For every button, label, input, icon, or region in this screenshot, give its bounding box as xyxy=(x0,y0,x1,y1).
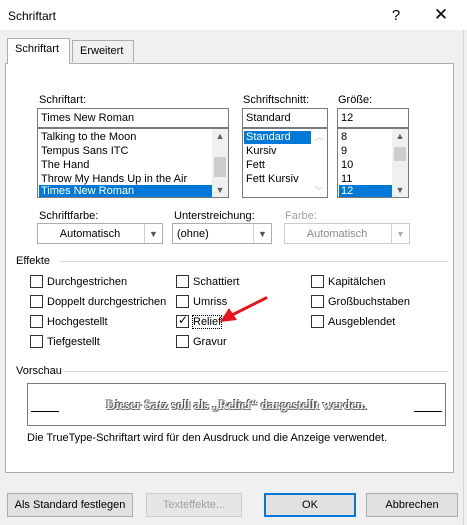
style-scrollbar[interactable]: ︿ ﹀ xyxy=(311,129,327,197)
preview-heading: Vorschau xyxy=(16,365,62,377)
subscript-checkbox[interactable] xyxy=(30,335,43,348)
help-button[interactable]: ? xyxy=(376,0,416,30)
list-item[interactable]: Fett xyxy=(244,159,312,172)
style-label: Schriftschnitt: xyxy=(243,94,310,106)
window-title: Schriftart xyxy=(8,9,57,23)
set-default-button[interactable]: Als Standard festlegen xyxy=(7,493,133,517)
checkmark-icon: ✓ xyxy=(178,313,189,327)
shadow-label[interactable]: Schattiert xyxy=(193,276,239,288)
chevron-down-icon[interactable]: ▼ xyxy=(144,224,162,243)
underline-select[interactable]: (ohne) ▼ xyxy=(172,223,272,244)
font-list[interactable]: Talking to the Moon Tempus Sans ITC The … xyxy=(37,128,229,198)
hidden-checkbox[interactable] xyxy=(311,315,324,328)
list-item[interactable]: 10 xyxy=(339,159,393,172)
underline-color-label: Farbe: xyxy=(285,210,317,222)
scroll-thumb[interactable] xyxy=(214,157,226,177)
tab-schriftart[interactable]: Schriftart xyxy=(7,38,70,64)
scroll-down-icon[interactable]: ﹀ xyxy=(311,183,327,197)
strikethrough-checkbox[interactable] xyxy=(30,275,43,288)
tab-schriftart-label: Schriftart xyxy=(15,43,60,55)
annotation-arrow-icon xyxy=(220,296,268,322)
scroll-up-icon[interactable]: ▲ xyxy=(212,129,228,143)
preview-box: Dieser Satz soll als „Relief“ dargestell… xyxy=(27,383,446,426)
tab-erweitert-label: Erweitert xyxy=(80,45,124,57)
title-bar: Schriftart ? ✕ xyxy=(0,0,467,30)
scroll-up-icon[interactable]: ︿ xyxy=(311,129,327,143)
emboss-checkbox[interactable]: ✓ xyxy=(176,313,189,328)
font-input[interactable]: Times New Roman xyxy=(37,108,229,128)
list-item[interactable]: Tempus Sans ITC xyxy=(39,145,213,158)
preview-sample-text: Dieser Satz soll als „Relief“ dargestell… xyxy=(106,397,367,412)
scroll-up-icon[interactable]: ▲ xyxy=(392,129,408,143)
ok-button[interactable]: OK xyxy=(264,493,356,517)
list-item-selected[interactable]: 12 xyxy=(339,185,393,197)
double-strikethrough-label[interactable]: Doppelt durchgestrichen xyxy=(47,296,166,308)
cancel-button[interactable]: Abbrechen xyxy=(366,493,458,517)
chevron-down-icon[interactable]: ▼ xyxy=(253,224,271,243)
small-caps-checkbox[interactable] xyxy=(311,275,324,288)
font-color-value: Automatisch xyxy=(59,228,121,240)
preview-note: Die TrueType-Schriftart wird für den Aus… xyxy=(27,432,388,444)
small-caps-label[interactable]: Kapitälchen xyxy=(328,276,386,288)
chevron-down-icon: ▼ xyxy=(391,224,409,243)
list-item[interactable]: Fett Kursiv xyxy=(244,173,312,186)
size-label: Größe: xyxy=(338,94,373,106)
all-caps-checkbox[interactable] xyxy=(311,295,324,308)
font-color-label: Schriftfarbe: xyxy=(39,210,99,222)
style-list[interactable]: Standard Kursiv Fett Fett Kursiv ︿ ﹀ xyxy=(242,128,328,198)
underline-value: (ohne) xyxy=(177,228,209,240)
superscript-label[interactable]: Hochgestellt xyxy=(47,316,108,328)
scroll-down-icon[interactable]: ▼ xyxy=(212,183,228,197)
subscript-label[interactable]: Tiefgestellt xyxy=(47,336,100,348)
tab-erweitert[interactable]: Erweitert xyxy=(72,40,134,62)
shadow-checkbox[interactable] xyxy=(176,275,189,288)
effects-heading: Effekte xyxy=(16,255,51,267)
style-input[interactable]: Standard xyxy=(242,108,328,128)
text-effects-button: Texteffekte... xyxy=(146,493,242,517)
list-item[interactable]: Kursiv xyxy=(244,145,312,158)
superscript-checkbox[interactable] xyxy=(30,315,43,328)
font-color-select[interactable]: Automatisch ▼ xyxy=(37,223,163,244)
outline-checkbox[interactable] xyxy=(176,295,189,308)
underline-label: Unterstreichung: xyxy=(174,210,255,222)
scroll-thumb[interactable] xyxy=(394,147,406,161)
size-input[interactable]: 12 xyxy=(337,108,409,128)
size-list[interactable]: 8 9 10 11 12 ▲ ▼ xyxy=(337,128,409,198)
engrave-checkbox[interactable] xyxy=(176,335,189,348)
size-scrollbar[interactable]: ▲ ▼ xyxy=(392,129,408,197)
font-scrollbar[interactable]: ▲ ▼ xyxy=(212,129,228,197)
underline-color-select: Automatisch ▼ xyxy=(284,223,410,244)
effects-divider xyxy=(60,261,448,262)
hidden-label[interactable]: Ausgeblendet xyxy=(328,316,395,328)
scroll-down-icon[interactable]: ▼ xyxy=(392,183,408,197)
all-caps-label[interactable]: Großbuchstaben xyxy=(328,296,410,308)
list-item-selected[interactable]: Standard xyxy=(244,131,312,144)
list-item[interactable]: 8 xyxy=(339,131,393,144)
strikethrough-label[interactable]: Durchgestrichen xyxy=(47,276,127,288)
preview-divider xyxy=(64,371,448,372)
list-item[interactable]: 9 xyxy=(339,145,393,158)
font-label: Schriftart: xyxy=(39,94,87,106)
list-item[interactable]: The Hand xyxy=(39,159,213,172)
list-item-selected[interactable]: Times New Roman xyxy=(39,185,213,197)
window-edge xyxy=(463,30,464,525)
close-button[interactable]: ✕ xyxy=(421,0,461,30)
list-item[interactable]: Talking to the Moon xyxy=(39,131,213,144)
engrave-label[interactable]: Gravur xyxy=(193,336,227,348)
double-strikethrough-checkbox[interactable] xyxy=(30,295,43,308)
underline-color-value: Automatisch xyxy=(306,228,368,240)
